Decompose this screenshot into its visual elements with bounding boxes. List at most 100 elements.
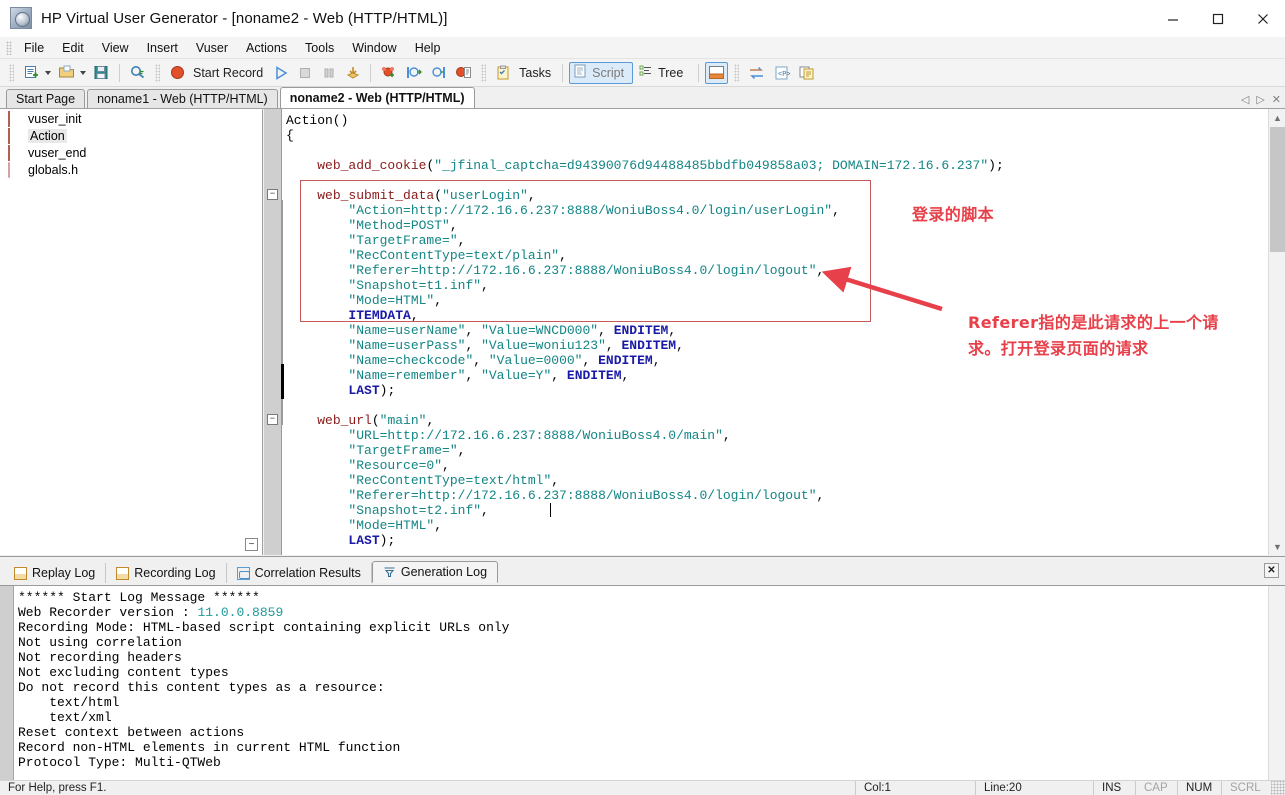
tasks-checklist-icon[interactable] xyxy=(492,62,514,84)
pause-icon[interactable] xyxy=(318,62,340,84)
close-icon[interactable] xyxy=(1240,0,1285,37)
code-line: LAST); xyxy=(348,383,396,398)
code-line: Record non-HTML elements in current HTML… xyxy=(18,740,401,755)
document-tab-strip: Start Page noname1 - Web (HTTP/HTML) non… xyxy=(0,87,1285,109)
status-line: Line:20 xyxy=(975,780,1093,795)
log-tab-correlation-results[interactable]: Correlation Results xyxy=(227,563,372,583)
tree-item-vuser-init[interactable]: vuser_init xyxy=(0,110,262,127)
annotation-referer-line1: Referer指的是此请求的上一个请 xyxy=(968,313,1219,332)
menu-item-vuser[interactable]: Vuser xyxy=(187,39,237,57)
tree-item-label: vuser_init xyxy=(28,111,82,126)
scroll-down-icon[interactable]: ▼ xyxy=(1269,538,1285,555)
code-line: "Name=remember", "Value=Y", ENDITEM, xyxy=(348,368,630,383)
code-line: Not recording headers xyxy=(18,650,182,665)
menu-item-tools[interactable]: Tools xyxy=(296,39,343,57)
code-line: "RecContentType=text/plain", xyxy=(348,248,567,263)
tab-script-view[interactable]: Script xyxy=(569,61,634,84)
menu-item-help[interactable]: Help xyxy=(406,39,450,57)
collapse-minus-icon[interactable]: − xyxy=(245,538,258,551)
script-editor-pane[interactable]: − − Action(){ web_add_cookie("_jfinal_ca… xyxy=(264,109,1285,555)
maximize-icon[interactable] xyxy=(1195,0,1240,37)
log-vertical-scrollbar[interactable] xyxy=(1268,586,1285,781)
new-script-dropdown-icon[interactable] xyxy=(45,70,51,75)
toolbar-grip-icon[interactable] xyxy=(9,63,14,82)
toolbar-grip-3-icon[interactable] xyxy=(481,63,487,82)
code-line: Not excluding content types xyxy=(18,665,229,680)
menu-item-edit[interactable]: Edit xyxy=(53,39,93,57)
save-disk-icon[interactable] xyxy=(90,62,113,84)
fold-gutter: − − xyxy=(264,109,284,555)
code-line: "Snapshot=t1.inf", xyxy=(348,278,489,293)
doc-tab-start-page[interactable]: Start Page xyxy=(6,89,86,108)
menu-item-window[interactable]: Window xyxy=(343,39,405,57)
step-out-icon[interactable] xyxy=(427,62,450,84)
code-line: "Mode=HTML", xyxy=(348,293,443,308)
tree-item-label: Action xyxy=(28,128,67,143)
menu-item-file[interactable]: File xyxy=(15,39,53,57)
script-view-label: Script xyxy=(592,65,625,80)
tree-item-globals-h[interactable]: globals.h xyxy=(0,161,262,178)
main-toolbar: Start Record Tasks Script Tree <P> xyxy=(0,59,1285,87)
open-folder-icon[interactable] xyxy=(55,62,78,84)
doc-tab-noname2[interactable]: noname2 - Web (HTTP/HTML) xyxy=(279,87,475,108)
log-tab-label: Replay Log xyxy=(32,566,96,580)
generation-log-icon xyxy=(383,566,396,579)
open-dropdown-icon[interactable] xyxy=(80,70,86,75)
output-log-panel: Replay Log Recording Log Correlation Res… xyxy=(0,556,1285,781)
output-window-icon[interactable] xyxy=(705,61,729,84)
log-tab-replay-log[interactable]: Replay Log xyxy=(4,563,107,583)
step-into-icon[interactable] xyxy=(402,62,425,84)
log-tab-generation-log[interactable]: Generation Log xyxy=(371,561,499,583)
svg-text:<P>: <P> xyxy=(778,71,790,79)
collapse-minus-icon[interactable]: − xyxy=(267,414,278,425)
resize-grip-icon[interactable] xyxy=(1271,781,1285,795)
menu-item-actions[interactable]: Actions xyxy=(237,39,296,57)
code-vertical-scrollbar[interactable]: ▲ ▼ xyxy=(1268,109,1285,555)
scroll-up-icon[interactable]: ▲ xyxy=(1269,109,1285,126)
download-icon[interactable] xyxy=(342,62,364,84)
compare-icon[interactable] xyxy=(745,62,768,84)
code-line: web_add_cookie("_jfinal_captcha=d9439007… xyxy=(317,158,1004,173)
log-tab-recording-log[interactable]: Recording Log xyxy=(106,563,227,583)
toolbar-grip-4-icon[interactable] xyxy=(734,63,740,82)
script-view-icon xyxy=(572,63,588,82)
nav-next-icon[interactable]: ▷ xyxy=(1256,95,1264,106)
snapshot-icon[interactable] xyxy=(795,62,818,84)
start-record-label[interactable]: Start Record xyxy=(189,66,269,80)
window-title: HP Virtual User Generator - [noname2 - W… xyxy=(41,9,448,27)
menu-item-view[interactable]: View xyxy=(93,39,138,57)
annotation-login-script: 登录的脚本 xyxy=(912,205,995,224)
tasks-label[interactable]: Tasks xyxy=(515,66,557,80)
nav-prev-icon[interactable]: ◁ xyxy=(1241,95,1249,106)
log-output-body[interactable]: ****** Start Log Message ****** Web Recor… xyxy=(0,585,1285,781)
toolbar-grip-2-icon[interactable] xyxy=(155,63,160,82)
collapse-minus-icon[interactable]: − xyxy=(267,189,278,200)
window-controls xyxy=(1150,0,1285,37)
header-file-icon xyxy=(8,162,23,178)
nav-close-icon[interactable]: ✕ xyxy=(1272,95,1281,106)
tree-item-vuser-end[interactable]: vuser_end xyxy=(0,144,262,161)
code-line: Web Recorder version : 11.0.0.8859 xyxy=(18,605,284,620)
close-panel-icon[interactable]: ✕ xyxy=(1264,563,1279,578)
recording-options-icon[interactable] xyxy=(452,62,475,84)
scroll-thumb[interactable] xyxy=(1270,127,1285,252)
new-script-icon[interactable] xyxy=(20,62,43,84)
run-play-icon[interactable] xyxy=(270,62,292,84)
record-dot-icon[interactable] xyxy=(166,62,188,84)
stop-icon[interactable] xyxy=(294,62,316,84)
tree-item-action[interactable]: Action xyxy=(0,127,262,144)
code-line: "TargetFrame=", xyxy=(348,233,466,248)
menu-item-insert[interactable]: Insert xyxy=(138,39,187,57)
tab-tree-view[interactable]: Tree xyxy=(635,62,692,84)
action-brick-icon xyxy=(8,145,23,161)
runtime-settings-icon[interactable] xyxy=(377,62,400,84)
minimize-icon[interactable] xyxy=(1150,0,1195,37)
annotation-referer-note: Referer指的是此请求的上一个请 求。打开登录页面的请求 xyxy=(968,310,1278,362)
code-line: text/xml xyxy=(18,710,112,725)
find-icon[interactable] xyxy=(126,62,149,84)
menu-grip-icon[interactable] xyxy=(6,40,12,55)
doc-tab-noname1[interactable]: noname1 - Web (HTTP/HTML) xyxy=(87,89,278,108)
text-caret xyxy=(550,503,551,517)
parameter-icon[interactable]: <P> xyxy=(770,62,793,84)
